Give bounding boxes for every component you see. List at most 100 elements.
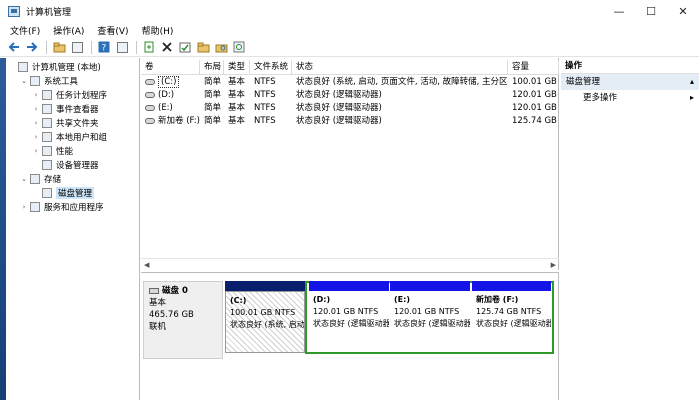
table-cell: (C:) [141,76,200,89]
table-cell: 125.74 GB [512,116,557,126]
horizontal-scrollbar[interactable]: ◀ ▶ [141,258,559,270]
tree-item[interactable]: ⌄ 系统工具 [20,74,78,88]
table-cell: 状态良好 (逻辑驱动器) [296,103,382,113]
actions-pane: 操作 磁盘管理 ▴ 更多操作 ▸ [561,58,699,400]
table-cell: NTFS [254,77,276,87]
more-actions-item[interactable]: 更多操作 ▸ [561,90,699,106]
table-cell: NTFS [254,103,276,113]
column-header-capacity[interactable]: 容量 [508,60,559,75]
table-cell: 基本 [228,90,246,100]
storage-icon [30,174,40,184]
tree-item[interactable]: › 共享文件夹 [32,116,99,130]
tree-item[interactable]: 磁盘管理 [32,186,95,200]
table-cell: (E:) [141,102,200,115]
tree-expander-icon[interactable]: › [32,91,40,99]
open-folder-icon[interactable] [195,40,211,55]
folder-up-icon[interactable] [51,40,67,55]
column-header-layout[interactable]: 布局 [200,60,224,75]
partition-body: (D:) 120.01 GB NTFS 状态良好 (逻辑驱动器) [309,291,389,349]
caret-up-icon: ▴ [689,77,694,86]
column-header-filesystem[interactable]: 文件系统 [250,60,292,75]
table-row[interactable]: (E:) 简单 基本 NTFS 状态良好 (逻辑驱动器) 120.01 GB [141,102,559,115]
tree-item[interactable]: › 本地用户和组 [32,130,107,144]
disk-icon [149,287,159,294]
scroll-right-icon[interactable]: ▶ [551,261,556,269]
tree-expander-icon[interactable]: › [32,133,40,141]
table-row[interactable]: 新加卷 (F:) 简单 基本 NTFS 状态良好 (逻辑驱动器) 125.74 GB [141,115,559,128]
back-arrow-icon[interactable] [6,40,22,55]
partition-color-bar [472,281,551,291]
tree-item[interactable]: 设备管理器 [32,158,99,172]
table-cell: 简单 [204,116,222,126]
partition-block[interactable]: (E:) 120.01 GB NTFS 状态良好 (逻辑驱动器) [390,281,470,349]
minimize-button[interactable]: — [603,0,635,22]
tree-item[interactable]: › 事件查看器 [32,102,99,116]
table-cell: 简单 [204,90,222,100]
tree-expander-icon[interactable]: › [20,203,28,211]
tree-item[interactable]: ⌄ 存储 [20,172,61,186]
menu-action[interactable]: 操作(A) [53,24,84,37]
services-icon [30,202,40,212]
column-header-status[interactable]: 状态 [292,60,508,75]
tree-item[interactable]: › 任务计划程序 [32,88,107,102]
volume-icon [145,78,155,85]
column-header-type[interactable]: 类型 [224,60,250,75]
partition-block[interactable]: (D:) 120.01 GB NTFS 状态良好 (逻辑驱动器) [309,281,389,349]
column-header-volume[interactable]: 卷 [141,60,200,75]
tree-item-label: 存储 [44,175,62,185]
partition-color-bar [309,281,389,291]
device-manager-icon [42,160,52,170]
clock-icon [42,90,52,100]
computer-management-icon [8,5,20,17]
scroll-left-icon[interactable]: ◀ [144,261,149,269]
tree-expander-icon[interactable]: ⌄ [20,175,28,183]
console-tree: 计算机管理 (本地) ⌄ 系统工具 › 任务计划程序 › 事件查看器 › 共享文件夹 › 本地用户和… [6,58,140,400]
maximize-button[interactable]: ☐ [635,0,667,22]
table-cell: 基本 [228,103,246,113]
export-icon[interactable] [141,40,157,55]
help-icon[interactable]: ? [96,40,112,55]
partition-block[interactable]: (C:) 100.01 GB NTFS 状态良好 (系统, 启动, 页面文件, 活动… [225,281,305,353]
toolbar-separator [46,40,47,54]
partition-size: 100.01 GB NTFS [230,308,296,317]
disk-name: 磁盘 0 [162,286,188,296]
tree-expander-icon[interactable]: › [32,119,40,127]
tree-item[interactable]: 计算机管理 (本地) [8,60,101,74]
tree-item[interactable]: › 服务和应用程序 [20,200,104,214]
toolbar: ? [0,38,699,57]
window-controls: — ☐ ✕ [603,0,699,22]
volume-icon [145,91,155,98]
tree-item-label: 性能 [56,147,74,157]
more-actions-label: 更多操作 [583,93,618,103]
table-row[interactable]: (C:) 简单 基本 NTFS 状态良好 (系统, 启动, 页面文件, 活动, 故障转储… [141,76,559,89]
menu-help[interactable]: 帮助(H) [142,24,174,37]
table-cell: 简单 [204,103,222,113]
check-disk-icon[interactable] [177,40,193,55]
partition-status: 状态良好 (系统, 启动, 页面文件, 活动, 故障转储, 主分区) [230,320,305,329]
actions-section-disk-management[interactable]: 磁盘管理 ▴ [561,74,699,90]
zoom-icon[interactable] [231,40,247,55]
menu-file[interactable]: 文件(F) [10,24,40,37]
disk-0-info[interactable]: 磁盘 0 基本 465.76 GB 联机 [143,281,223,359]
volume-name: (E:) [158,103,173,113]
tree-expander-icon[interactable]: › [32,105,40,113]
table-cell: NTFS [254,90,276,100]
properties-icon[interactable] [114,40,130,55]
partition-size: 120.01 GB NTFS [313,307,379,316]
table-row[interactable]: (D:) 简单 基本 NTFS 状态良好 (逻辑驱动器) 120.01 GB [141,89,559,102]
tree-expander-icon[interactable]: ⌄ [20,77,28,85]
disk-management-icon [42,188,52,198]
folder-search-icon[interactable] [213,40,229,55]
delete-icon[interactable] [159,40,175,55]
tree-item-label: 共享文件夹 [56,119,99,129]
volume-name: 新加卷 (F:) [158,116,200,126]
forward-arrow-icon[interactable] [24,40,40,55]
tree-expander-icon[interactable]: › [32,147,40,155]
close-button[interactable]: ✕ [667,0,699,22]
partition-size: 125.74 GB NTFS [476,307,542,316]
volume-name: (D:) [158,90,175,100]
menu-view[interactable]: 查看(V) [97,24,128,37]
partition-block[interactable]: 新加卷 (F:) 125.74 GB NTFS 状态良好 (逻辑驱动器) [472,281,551,349]
tree-item[interactable]: › 性能 [32,144,73,158]
console-tree-icon[interactable] [69,40,85,55]
